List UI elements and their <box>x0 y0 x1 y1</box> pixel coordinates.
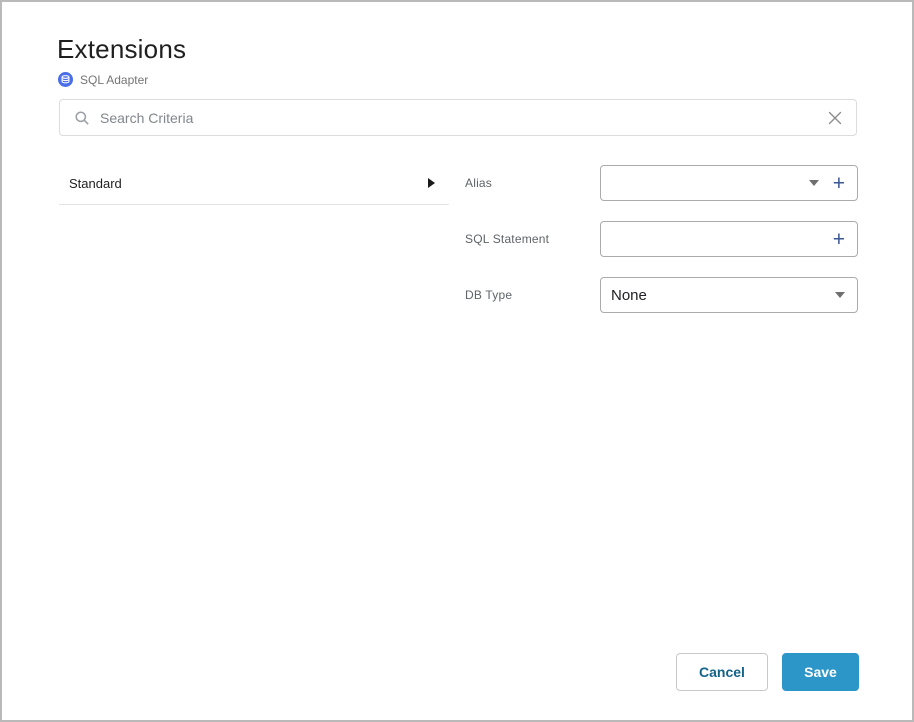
clear-icon[interactable] <box>828 111 842 125</box>
save-button[interactable]: Save <box>782 653 859 691</box>
extension-list: Standard <box>59 162 449 205</box>
alias-combo: + <box>600 165 858 201</box>
chevron-right-icon <box>428 178 435 188</box>
sql-statement-field: + <box>600 221 858 257</box>
db-type-select[interactable]: None <box>600 277 858 313</box>
sql-statement-label: SQL Statement <box>465 232 550 246</box>
db-type-dropdown-icon <box>835 292 845 298</box>
db-type-value: None <box>611 286 647 304</box>
adapter-badge: SQL Adapter <box>58 72 148 87</box>
page-title: Extensions <box>57 34 187 64</box>
alias-input[interactable] <box>611 175 799 191</box>
sql-database-icon <box>58 72 73 87</box>
adapter-label: SQL Adapter <box>80 72 149 87</box>
sql-statement-add-icon[interactable]: + <box>833 229 845 250</box>
alias-add-icon[interactable]: + <box>833 173 845 194</box>
alias-label: Alias <box>465 176 493 190</box>
search-icon <box>74 110 90 126</box>
sql-statement-input[interactable] <box>611 231 819 247</box>
list-item-standard[interactable]: Standard <box>59 162 449 205</box>
alias-dropdown-icon[interactable] <box>808 180 819 186</box>
extensions-dialog: Extensions SQL Adapter Standard <box>0 0 914 722</box>
cancel-button[interactable]: Cancel <box>676 653 768 691</box>
search-input[interactable] <box>100 109 818 126</box>
db-type-label: DB Type <box>465 288 513 302</box>
search-bar <box>59 99 857 136</box>
list-item-label: Standard <box>69 175 122 191</box>
